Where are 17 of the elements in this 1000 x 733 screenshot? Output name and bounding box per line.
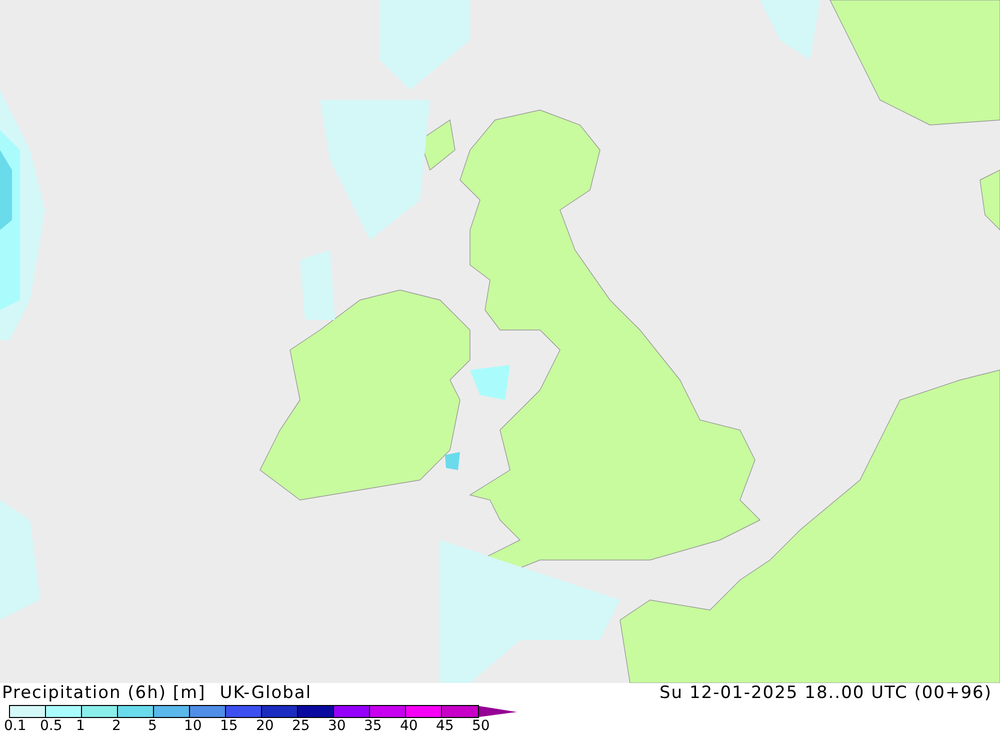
legend-label: 20 <box>256 718 275 733</box>
legend-label: 15 <box>220 718 239 733</box>
legend-label: 5 <box>148 718 158 733</box>
legend-label: 0.5 <box>40 718 64 733</box>
legend-label: 45 <box>436 718 455 733</box>
legend-label: 1 <box>76 718 86 733</box>
legend-label: 30 <box>328 718 347 733</box>
legend-label: 35 <box>364 718 383 733</box>
model-name: UK-Global <box>220 683 312 703</box>
legend-label: 25 <box>292 718 311 733</box>
legend-label: 40 <box>400 718 419 733</box>
legend-label: 10 <box>184 718 203 733</box>
legend-label: 2 <box>112 718 122 733</box>
legend-label: 0.1 <box>4 718 28 733</box>
legend-label: 50 <box>472 718 491 733</box>
valid-time: Su 12-01-2025 18..00 UTC (00+96) <box>659 683 992 703</box>
map-title: Precipitation (6h) [m] <box>2 683 206 703</box>
